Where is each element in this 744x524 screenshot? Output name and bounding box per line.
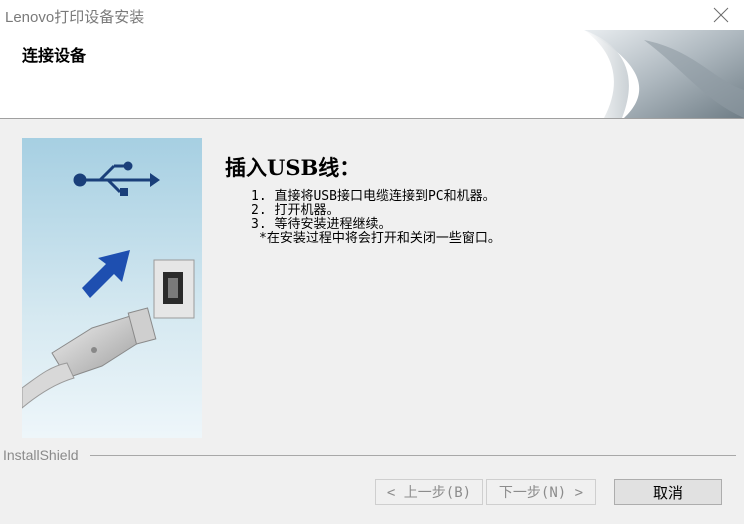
wizard-header: 连接设备 [0,30,744,119]
title-bar: Lenovo打印设备安装 [0,0,744,30]
installshield-label: InstallShield [3,447,85,463]
page-curl-graphic [584,30,744,118]
instructions-heading: 插入USB线： [225,155,361,180]
step-item: 1. 直接将USB接口电缆连接到PC和机器。 [251,189,496,204]
wizard-body: 插入USB线： 1. 直接将USB接口电缆连接到PC和机器。 2. 打开机器。 … [0,119,744,524]
divider-line [90,455,736,456]
usb-connect-illustration [22,138,202,438]
usb-port [153,259,195,319]
back-button[interactable]: < 上一步(B) [375,479,483,505]
next-button[interactable]: 下一步(N) > [486,479,596,505]
step-item: 3. 等待安装进程继续。 [251,217,392,232]
page-title: 连接设备 [22,46,87,65]
close-icon [713,7,729,23]
installshield-divider: InstallShield [0,447,744,463]
close-button[interactable] [704,2,738,28]
installation-note: *在安装过程中将会打开和关闭一些窗口。 [259,231,501,246]
steps-list: 1. 直接将USB接口电缆连接到PC和机器。 2. 打开机器。 3. 等待安装进… [251,190,725,246]
cancel-button[interactable]: 取消 [614,479,722,505]
step-item: 2. 打开机器。 [251,203,340,218]
window-title: Lenovo打印设备安装 [5,9,145,26]
instructions-panel: 插入USB线： 1. 直接将USB接口电缆连接到PC和机器。 2. 打开机器。 … [225,152,725,246]
